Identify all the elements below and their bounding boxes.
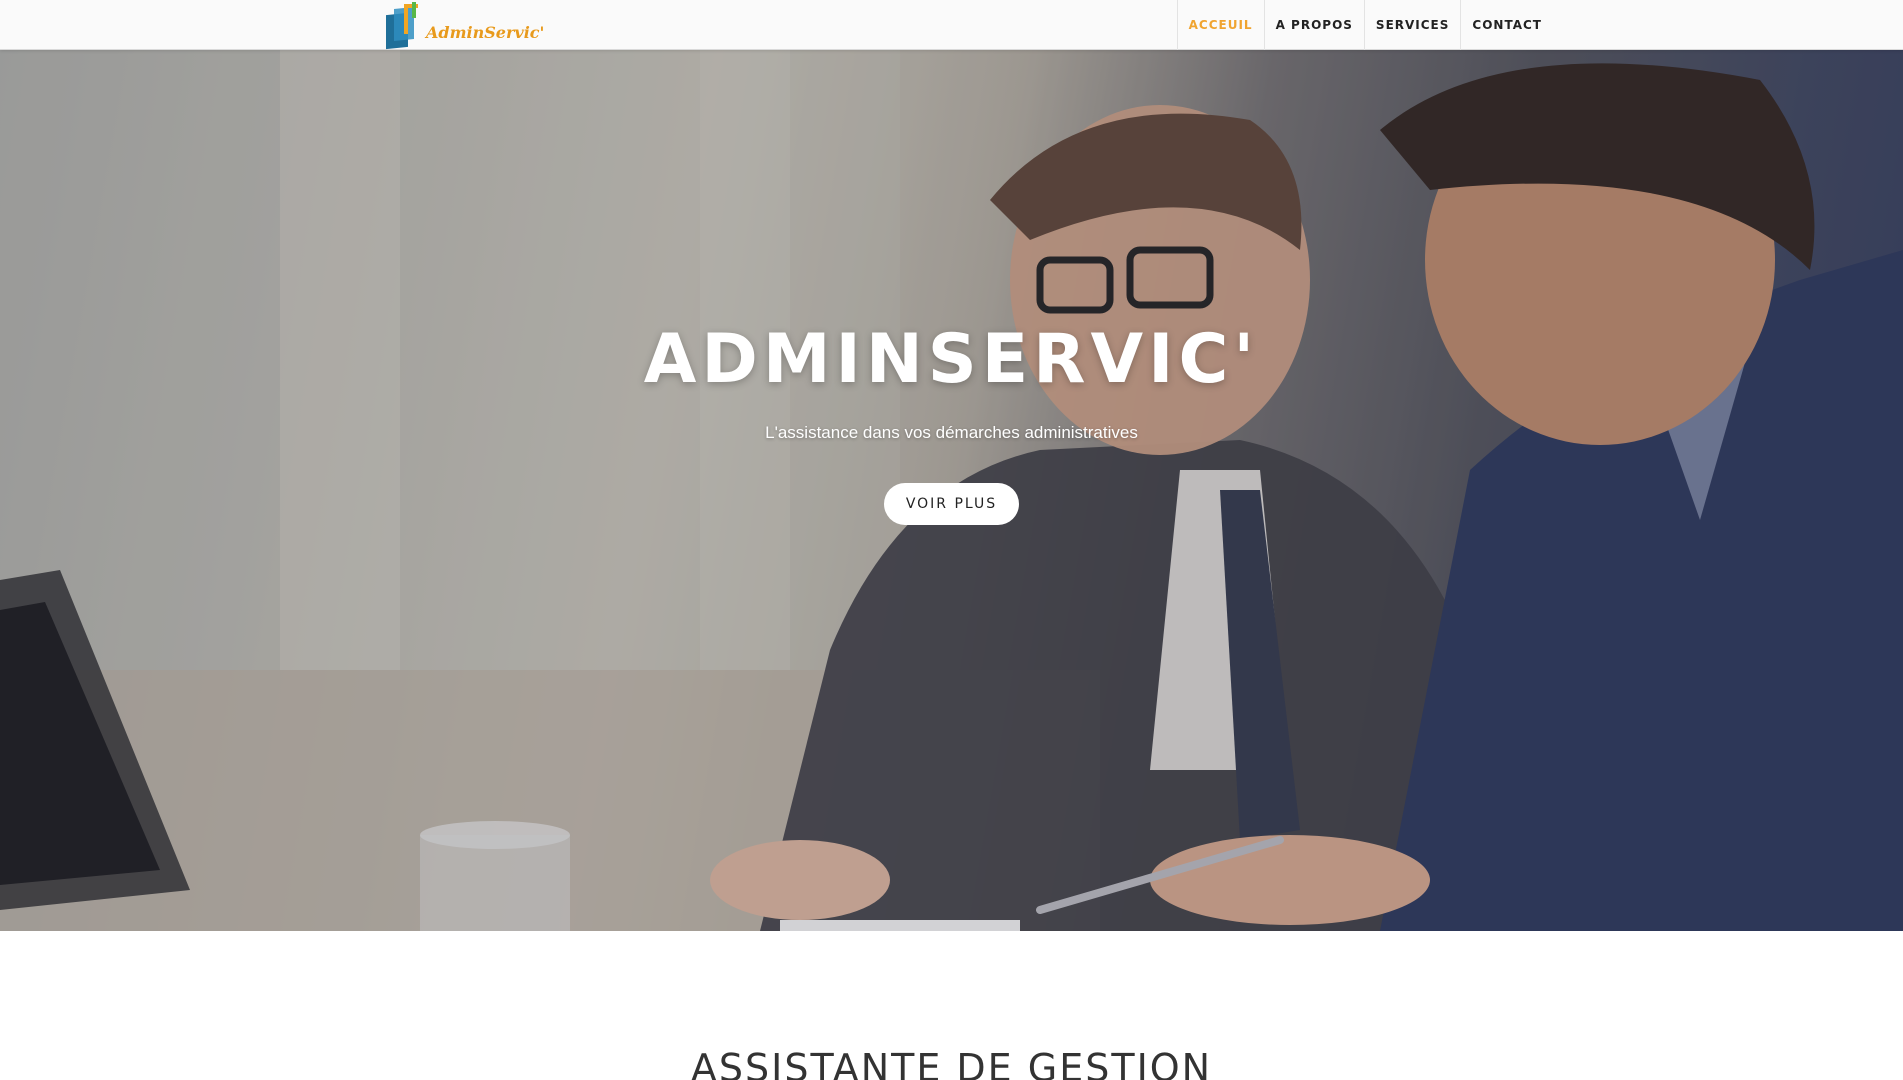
logo-text: AdminServic' [426,22,545,42]
hero-content: ADMINSERVIC' L'assistance dans vos démar… [0,50,1903,931]
nav-item-a-propos: A PROPOS [1265,0,1365,50]
hero-title: ADMINSERVIC' [643,320,1260,399]
logo-icon [382,2,422,50]
top-navbar: AdminServic' ACCEUIL A PROPOS SERVICES C… [0,0,1903,50]
voir-plus-button[interactable]: VOIR PLUS [883,483,1020,525]
nav-link-acceuil[interactable]: ACCEUIL [1178,0,1264,50]
main-nav: ACCEUIL A PROPOS SERVICES CONTACT [1176,0,1553,50]
nav-link-contact[interactable]: CONTACT [1461,0,1553,50]
nav-link-a-propos[interactable]: A PROPOS [1265,0,1364,50]
site-logo[interactable]: AdminServic' [382,2,545,50]
section-heading: ASSISTANTE DE GESTION [690,1046,1213,1080]
nav-item-contact: CONTACT [1461,0,1553,50]
hero-section: ADMINSERVIC' L'assistance dans vos démar… [0,50,1903,931]
hero-subtitle: L'assistance dans vos démarches administ… [765,423,1138,442]
nav-link-services[interactable]: SERVICES [1365,0,1460,50]
nav-item-services: SERVICES [1365,0,1462,50]
nav-item-acceuil: ACCEUIL [1178,0,1265,50]
